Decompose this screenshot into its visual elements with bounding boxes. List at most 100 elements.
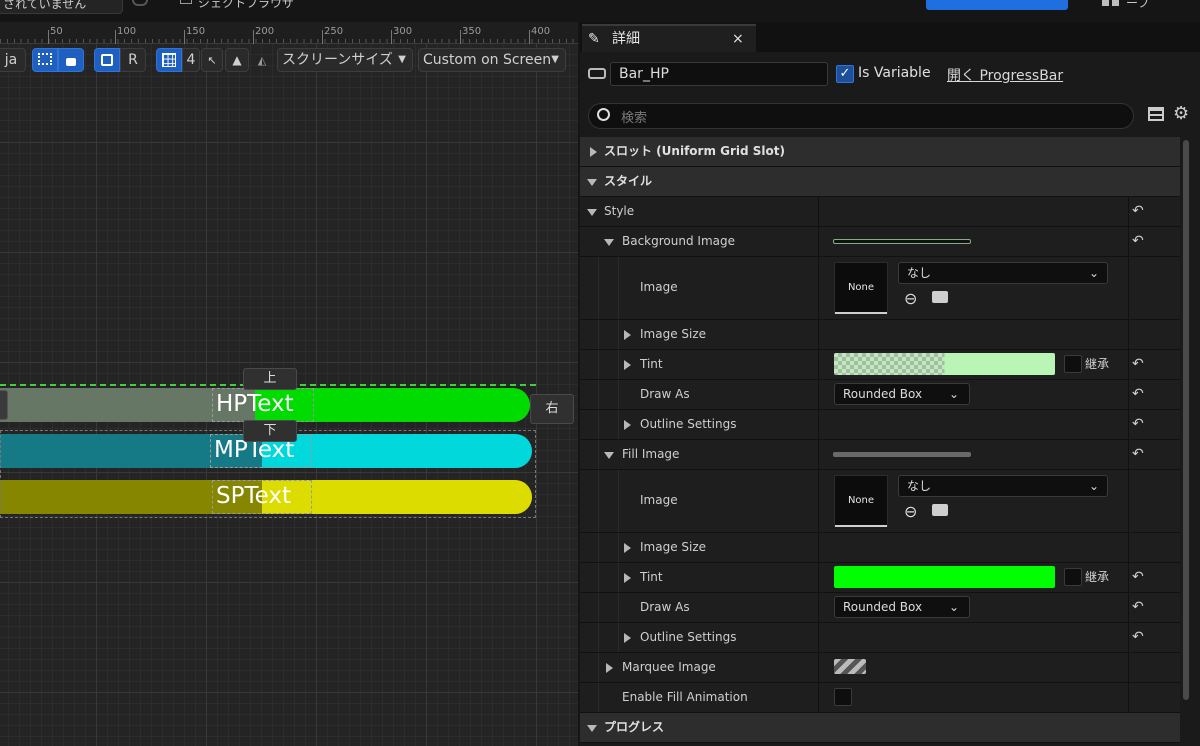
reset-arrow-icon[interactable]: ↶ [1132, 410, 1144, 439]
row-enable-fill-animation[interactable]: Enable Fill Animation [580, 683, 1180, 713]
row-background-image[interactable]: Background Image ↶ [580, 227, 1180, 257]
image-icon: ▲ [232, 53, 242, 67]
resolution-toggle[interactable]: R [120, 48, 146, 72]
fill-image-preview [833, 452, 971, 457]
bg-draw-as-dropdown[interactable]: Rounded Box ⌄ [834, 383, 970, 405]
progressbar-icon [588, 68, 606, 79]
dashed-select-button[interactable] [32, 48, 58, 72]
panel-bounds [0, 430, 536, 518]
reset-arrow-icon[interactable]: ↶ [1132, 623, 1144, 652]
screen-size-label: スクリーンサイズ [282, 52, 393, 68]
search-box[interactable]: 検索 [588, 103, 1134, 129]
anchor-bottom[interactable]: 下 [243, 420, 297, 442]
ruler-mark: 200 [255, 26, 275, 37]
browse-asset-icon[interactable] [932, 504, 948, 516]
screen-mode-dropdown[interactable]: Custom on Screen ▼ [418, 48, 566, 72]
widget-name-bar: Bar_HP ✓ Is Variable 開く ProgressBar [580, 56, 1200, 92]
row-fill-img[interactable]: Image None なし ⌄ ⊖ [580, 470, 1180, 533]
bg-image-thumbnail[interactable]: None [834, 262, 888, 314]
flip-button[interactable]: ◭ [251, 48, 273, 72]
open-progressbar-link[interactable]: 開く ProgressBar [947, 65, 1063, 85]
cursor-button[interactable]: ↖ [201, 48, 223, 72]
row-marquee-image[interactable]: Marquee Image [580, 653, 1180, 683]
use-selected-asset-icon[interactable]: ⊖ [904, 291, 917, 307]
row-style-category[interactable]: スタイル [580, 167, 1180, 197]
fill-draw-as-dropdown[interactable]: Rounded Box ⌄ [834, 596, 970, 618]
row-bg-image[interactable]: Image None なし ⌄ ⊖ [580, 257, 1180, 320]
row-bg-tint[interactable]: Tint 継承 ↶ [580, 350, 1180, 380]
ruler-mark: 100 [117, 26, 137, 37]
details-tab-label: 詳細 [612, 31, 640, 47]
screen-size-dropdown[interactable]: スクリーンサイズ ▼ [277, 48, 413, 72]
marquee-image-preview[interactable] [834, 659, 866, 674]
reset-arrow-icon[interactable]: ↶ [1132, 563, 1144, 592]
horizontal-ruler: 50 100 150 200 250 300 350 400 [0, 22, 578, 44]
bg-tint-swatch[interactable] [834, 353, 1055, 375]
language-button[interactable]: ja [0, 48, 26, 72]
bg-tint-inherit-checkbox[interactable] [1064, 355, 1082, 373]
reset-arrow-icon[interactable]: ↶ [1132, 227, 1144, 256]
fill-tint-inherit-label: 継承 [1085, 570, 1110, 584]
grid-size-value[interactable]: 4 [182, 48, 200, 72]
source-control-icon[interactable] [132, 0, 148, 6]
chevron-down-icon: ▼ [551, 54, 559, 65]
fill-tint-swatch[interactable] [834, 566, 1055, 588]
widget-name-input[interactable]: Bar_HP [610, 62, 828, 86]
ruler-mark: 300 [393, 26, 413, 37]
fill-asset-dropdown[interactable]: なし ⌄ [898, 475, 1108, 497]
row-fill-image[interactable]: Fill Image ↶ [580, 440, 1180, 470]
grid-snap-button[interactable] [156, 48, 182, 72]
reset-arrow-icon[interactable]: ↶ [1132, 593, 1144, 622]
designer-button[interactable] [926, 0, 1068, 10]
bg-asset-dropdown[interactable]: なし ⌄ [898, 262, 1108, 284]
grid-icon [162, 53, 176, 67]
ruler-mark: 400 [531, 26, 551, 37]
cursor-icon: ↖ [207, 54, 217, 67]
left-anchor-handle[interactable] [0, 390, 8, 420]
reset-arrow-icon[interactable]: ↶ [1132, 440, 1144, 469]
browse-asset-icon[interactable] [932, 291, 948, 303]
ruler-mark: 50 [50, 26, 63, 37]
details-scrollbar-thumb[interactable] [1183, 140, 1189, 700]
graph-tab-label[interactable]: ーフ [1126, 0, 1149, 11]
chevron-down-icon: ▼ [398, 54, 406, 65]
close-icon[interactable]: × [732, 26, 744, 52]
graph-icon [1102, 0, 1109, 6]
ruler-mark: 150 [186, 26, 206, 37]
is-variable-checkbox[interactable]: ✓ [836, 65, 854, 83]
reset-arrow-icon[interactable]: ↶ [1132, 350, 1144, 379]
row-fill-image-size[interactable]: Image Size [580, 533, 1180, 563]
details-tab[interactable]: ✎ 詳細 × [582, 24, 756, 52]
row-fill-draw-as[interactable]: Draw As Rounded Box ⌄ ↶ [580, 593, 1180, 623]
row-fill-tint[interactable]: Tint 継承 ↶ [580, 563, 1180, 593]
row-fill-outline[interactable]: Outline Settings ↶ [580, 623, 1180, 653]
screen-mode-label: Custom on Screen [423, 52, 552, 68]
fill-tint-inherit-checkbox[interactable] [1064, 568, 1082, 586]
layout-button[interactable] [94, 48, 120, 72]
content-browser-label[interactable]: ジェクトブラウザ [198, 0, 294, 11]
anchor-right[interactable]: 右 [530, 394, 574, 424]
enable-fill-animation-checkbox[interactable] [834, 688, 852, 706]
is-variable-label: Is Variable [858, 65, 931, 81]
level-dropdown[interactable]: されていません [0, 0, 123, 14]
row-bg-image-size[interactable]: Image Size [580, 320, 1180, 350]
row-bg-draw-as[interactable]: Draw As Rounded Box ⌄ ↶ [580, 380, 1180, 410]
lock-button[interactable] [58, 48, 84, 72]
chevron-down-icon: ⌄ [1088, 266, 1099, 280]
reset-arrow-icon[interactable]: ↶ [1132, 197, 1144, 226]
reset-arrow-icon[interactable]: ↶ [1132, 380, 1144, 409]
settings-gear-icon[interactable]: ⚙ [1173, 103, 1189, 124]
anchor-top[interactable]: 上 [243, 368, 297, 390]
ruler-mark: 350 [462, 26, 482, 37]
use-selected-asset-icon[interactable]: ⊖ [904, 504, 917, 520]
background-button[interactable]: ▲ [225, 48, 249, 72]
flip-icon: ◭ [257, 54, 267, 67]
table-view-icon[interactable] [1148, 107, 1164, 121]
fill-image-thumbnail[interactable]: None [834, 475, 888, 527]
row-style[interactable]: Style ↶ [580, 197, 1180, 227]
designer-canvas[interactable]: HPText MPText SPText 上 下 右 [0, 22, 578, 746]
row-bg-outline[interactable]: Outline Settings ↶ [580, 410, 1180, 440]
row-slot[interactable]: スロット (Uniform Grid Slot) [580, 137, 1180, 167]
pencil-icon: ✎ [588, 31, 600, 47]
row-progress-category[interactable]: プログレス [580, 713, 1180, 743]
